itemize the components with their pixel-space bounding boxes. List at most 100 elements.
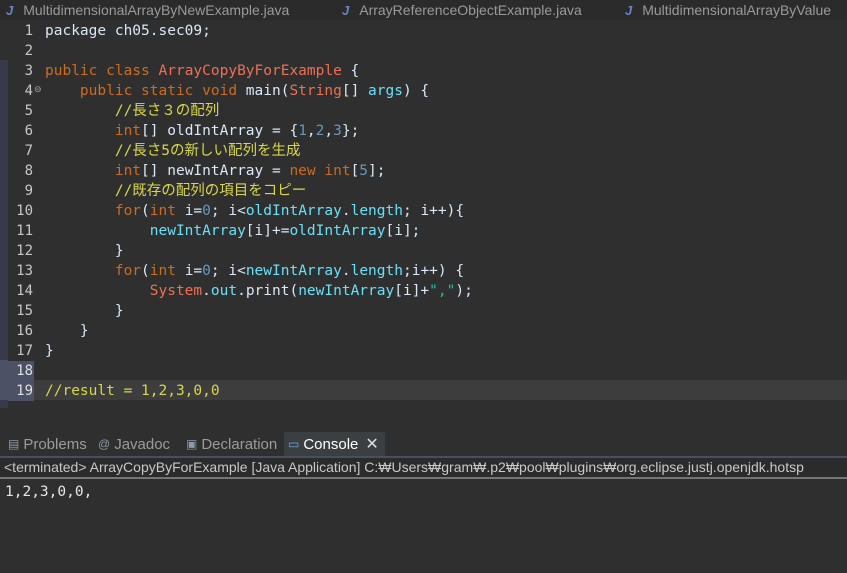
code-line: for(int i=0; i<newIntArray.length;i++) { — [45, 261, 464, 281]
code-line: public class ArrayCopyByForExample { — [45, 61, 359, 81]
editor-ruler — [0, 60, 8, 408]
code-token: ;i++) { — [402, 263, 465, 279]
code-token: i= — [184, 203, 203, 219]
code-line: //result = 1,2,3,0,0 — [45, 381, 220, 401]
java-file-icon: J — [625, 2, 633, 18]
code-token: .print( — [237, 283, 299, 299]
tab-console[interactable]: ▭ Console ✕ — [284, 432, 385, 456]
code-token: newIntArray — [245, 263, 342, 279]
code-token: } — [45, 303, 124, 319]
code-token: //長さ5の新しい配列を生成 — [114, 143, 301, 159]
code-token: int — [114, 123, 142, 139]
line-number: 3 — [24, 63, 33, 79]
code-line: } — [45, 241, 124, 261]
close-icon[interactable]: ✕ — [365, 434, 378, 454]
code-token: [ — [350, 163, 360, 179]
code-token: } — [45, 243, 124, 259]
code-line: } — [45, 321, 89, 341]
tab-javadoc[interactable]: @ Javadoc — [98, 432, 170, 456]
code-token: ) { — [402, 83, 430, 99]
console-status-line: <terminated> ArrayCopyByForExample [Java… — [0, 458, 847, 479]
tab-label: Declaration — [201, 435, 278, 453]
code-line: package ch05.sec09; — [45, 21, 211, 41]
code-token: public static void — [79, 83, 246, 99]
code-token: for — [114, 203, 142, 219]
line-number: 19 — [8, 381, 34, 401]
code-token: ( — [141, 263, 150, 279]
code-editor[interactable]: ⊖ 1 package ch05.sec09; 2 3 public class Arr… — [0, 20, 847, 428]
tab-problems[interactable]: ▤ Problems — [8, 432, 87, 456]
line-number: 13 — [16, 263, 33, 279]
code-token: oldIntArray — [289, 223, 386, 239]
line-number: 10 — [16, 203, 33, 219]
code-token: ; i++){ — [402, 203, 465, 219]
java-file-icon: J — [342, 2, 350, 18]
code-token: ( — [141, 203, 150, 219]
code-token: } — [45, 323, 89, 339]
code-token: newIntArray — [149, 223, 246, 239]
editor-tab-multidimensional-array-by-new[interactable]: J MultidimensionalArrayByNewExample.java — [6, 0, 289, 20]
editor-tab-bar: J MultidimensionalArrayByNewExample.java… — [0, 0, 847, 20]
code-line: //既存の配列の項目をコピー — [45, 181, 306, 201]
line-number: 2 — [24, 43, 33, 59]
code-token: newIntArray — [298, 283, 395, 299]
javadoc-at-icon: @ — [98, 437, 111, 451]
code-token: }; — [341, 123, 360, 139]
tab-label: Javadoc — [114, 435, 171, 453]
code-line: newIntArray[i]+=oldIntArray[i]; — [45, 221, 421, 241]
line-number: 11 — [16, 223, 33, 239]
code-token: . — [341, 263, 351, 279]
tab-declaration[interactable]: ▣ Declaration — [186, 432, 277, 456]
line-number: 4 — [24, 83, 33, 99]
console-output[interactable]: 1,2,3,0,0, — [5, 482, 92, 502]
code-token: System — [149, 283, 203, 299]
code-line: int[] newIntArray = new int[5]; — [45, 161, 386, 181]
code-line: for(int i=0; i<oldIntArray.length; i++){ — [45, 201, 464, 221]
code-token: //長さ３の配列 — [114, 103, 220, 119]
code-token: , — [306, 123, 316, 139]
tab-label: Problems — [23, 435, 87, 453]
code-token: public class — [45, 63, 159, 79]
line-number: 8 — [24, 163, 33, 179]
code-token: package ch05.sec09; — [45, 23, 211, 39]
code-token: [i]+ — [394, 283, 430, 299]
editor-tab-array-reference-object[interactable]: J ArrayReferenceObjectExample.java — [342, 0, 582, 20]
code-token: out — [210, 283, 238, 299]
code-token: 1 — [298, 123, 307, 139]
declaration-icon: ▣ — [186, 437, 198, 451]
code-token: { — [341, 63, 360, 79]
code-token: length — [350, 263, 403, 279]
code-line: int[] oldIntArray = {1,2,3}; — [45, 121, 359, 141]
code-token: String — [289, 83, 342, 99]
fold-collapse-icon[interactable]: ⊖ — [34, 80, 44, 100]
line-number: 5 — [24, 103, 33, 119]
java-file-icon: J — [6, 2, 14, 18]
line-number: 16 — [16, 323, 33, 339]
code-token: . — [202, 283, 211, 299]
line-number: 17 — [16, 343, 33, 359]
code-line: //長さ5の新しい配列を生成 — [45, 141, 301, 161]
editor-tab-multidimensional-array-by-value[interactable]: J MultidimensionalArrayByValue — [625, 0, 831, 20]
code-token: args — [368, 83, 403, 99]
selection-gutter-mark — [0, 380, 8, 400]
console-icon: ▭ — [288, 437, 300, 451]
code-token: [] — [341, 83, 369, 99]
code-token: for — [114, 263, 142, 279]
code-token: 5 — [359, 163, 369, 179]
editor-tab-label: MultidimensionalArrayByValue — [642, 2, 832, 18]
code-line: public static void main(String[] args) { — [45, 81, 429, 101]
line-number: 15 — [16, 303, 33, 319]
code-token: ; i< — [210, 263, 246, 279]
code-token: int — [149, 203, 185, 219]
selection-gutter-mark — [0, 360, 8, 380]
view-tab-bar: ▤ Problems @ Javadoc ▣ Declaration ▭ Con… — [0, 432, 847, 456]
code-token: //既存の配列の項目をコピー — [114, 183, 307, 199]
